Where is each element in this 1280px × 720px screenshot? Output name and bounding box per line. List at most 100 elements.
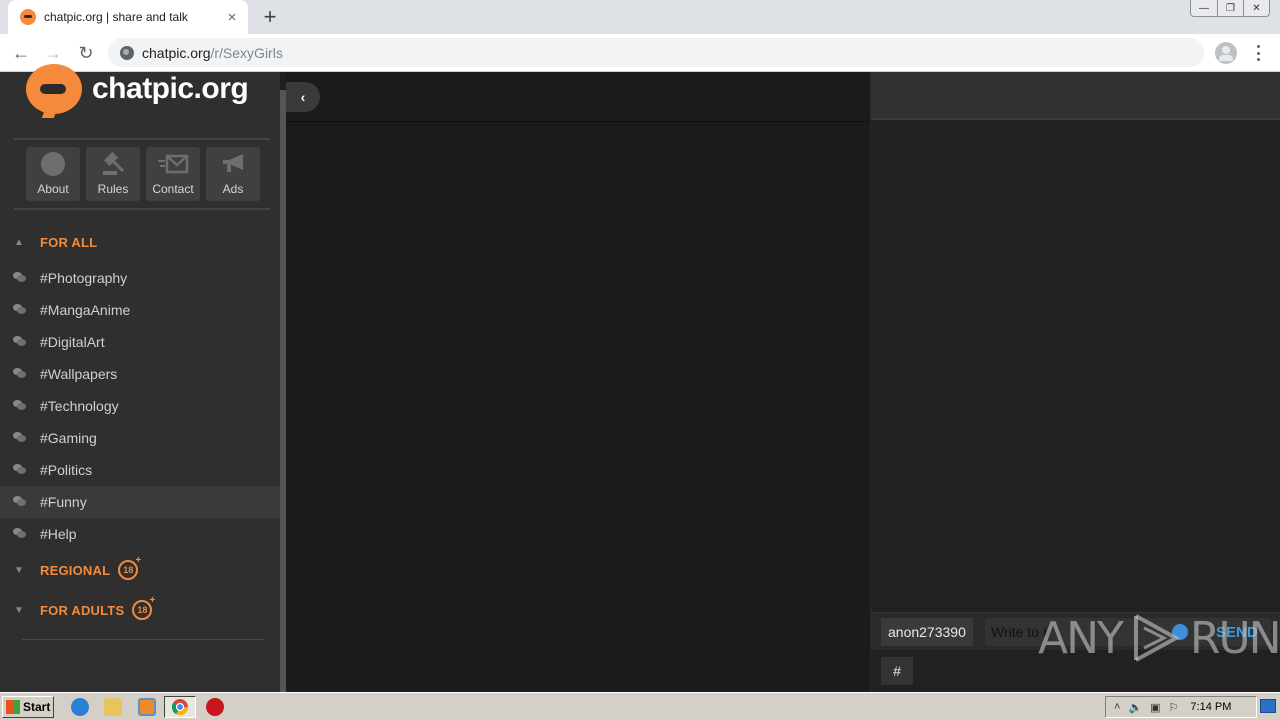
compose-bar: anon273390 SEND	[871, 612, 1280, 650]
channel-item[interactable]: #Wallpapers	[0, 358, 280, 390]
network-warning-icon[interactable]: ▣	[1150, 701, 1160, 714]
chrome-taskbar-button[interactable]	[164, 696, 196, 718]
window-controls: — ❐ ✕	[1190, 0, 1270, 17]
show-hidden-icon[interactable]: ˄	[1114, 701, 1120, 713]
megaphone-icon	[219, 151, 247, 177]
start-label: Start	[23, 700, 51, 714]
file-explorer-icon[interactable]	[104, 698, 122, 716]
profile-avatar-icon[interactable]	[1215, 42, 1237, 64]
browser-tab[interactable]: chatpic.org | share and talk ×	[8, 0, 248, 34]
ads-button[interactable]: Ads	[206, 147, 260, 201]
channel-item-highlighted[interactable]: #Funny	[0, 486, 280, 518]
section-for-adults[interactable]: ▼ FOR ADULTS 18	[0, 594, 280, 626]
url-path: /r/SexyGirls	[210, 44, 283, 61]
internet-explorer-icon[interactable]	[71, 698, 89, 716]
logo-text: chatpic.org	[92, 72, 249, 105]
chat-bubbles-icon	[13, 368, 27, 380]
reload-button[interactable]: ↻	[73, 40, 99, 66]
divider	[14, 208, 270, 210]
about-label: About	[37, 182, 69, 196]
minimize-button[interactable]: —	[1191, 0, 1217, 16]
channel-item[interactable]: #Help	[0, 518, 280, 550]
main-content: ‹	[286, 72, 870, 692]
chat-bubbles-icon	[13, 304, 27, 316]
quick-buttons: About Rules Contact Ads	[26, 147, 260, 201]
tab-close-icon[interactable]: ×	[222, 7, 242, 27]
channel-label: #Photography	[40, 270, 128, 286]
about-button[interactable]: About	[26, 147, 80, 201]
opera-icon[interactable]	[206, 698, 224, 716]
ads-label: Ads	[222, 182, 244, 196]
divider	[22, 639, 264, 640]
channel-label: #Wallpapers	[40, 366, 118, 382]
start-button[interactable]: Start	[2, 696, 54, 718]
clock[interactable]: 7:14 PM	[1190, 701, 1231, 713]
channel-item[interactable]: #Politics	[0, 454, 280, 486]
taskbar: Start ˄ 🔈 ▣ ⚐ 7:14 PM	[0, 692, 1280, 720]
section-regional[interactable]: ▼ REGIONAL 18	[0, 554, 280, 586]
adult-18-badge-icon: 18	[132, 595, 155, 620]
info-bubble-icon	[40, 151, 66, 177]
chrome-icon	[171, 699, 189, 716]
logo-bubble-icon	[26, 64, 82, 114]
content-header: ‹	[286, 72, 870, 122]
rules-label: Rules	[97, 182, 129, 196]
chat-bubbles-icon	[13, 400, 27, 412]
caret-down-icon: ▼	[14, 604, 24, 616]
site-info-icon[interactable]	[120, 45, 134, 60]
page: chatpic.org About Rules Contact Ads ▲ FO…	[0, 64, 1280, 692]
nickname-field[interactable]: anon273390	[881, 618, 973, 646]
emoji-icon[interactable]	[1172, 624, 1188, 640]
channel-label: #Help	[40, 526, 77, 542]
channel-item[interactable]: #Technology	[0, 390, 280, 422]
browser-tabstrip: chatpic.org | share and talk × + — ❐ ✕	[0, 0, 1280, 34]
channel-label: #MangaAnime	[40, 302, 131, 318]
channel-label: #Funny	[40, 494, 87, 510]
chat-panel: anon273390 SEND #	[870, 72, 1280, 692]
address-bar[interactable]: chatpic.org/r/SexyGirls	[108, 38, 1204, 67]
chat-bubbles-icon	[13, 336, 27, 348]
collapse-sidebar-button[interactable]: ‹	[286, 82, 320, 112]
url-host: chatpic.org	[142, 44, 211, 61]
close-window-button[interactable]: ✕	[1243, 0, 1269, 16]
forward-button[interactable]: →	[40, 40, 66, 66]
channel-item[interactable]: #Gaming	[0, 422, 280, 454]
section-label: FOR ALL	[40, 234, 98, 250]
restore-button[interactable]: ❐	[1217, 0, 1243, 16]
chat-bubbles-icon	[13, 464, 27, 476]
contact-label: Contact	[152, 182, 194, 196]
section-for-all[interactable]: ▲ FOR ALL	[0, 226, 280, 258]
hashtag-button[interactable]: #	[881, 657, 913, 685]
contact-button[interactable]: Contact	[146, 147, 200, 201]
chat-bubbles-icon	[13, 432, 27, 444]
channel-item[interactable]: #Photography	[0, 262, 280, 294]
gavel-icon	[99, 151, 127, 177]
channel-label: #Politics	[40, 462, 93, 478]
system-tray: ˄ 🔈 ▣ ⚐ 7:14 PM	[1105, 696, 1257, 718]
chat-bubbles-icon	[13, 272, 27, 284]
windows-logo-icon	[6, 700, 20, 714]
divider	[14, 138, 270, 140]
send-button[interactable]: SEND	[1216, 618, 1258, 646]
channel-item[interactable]: #DigitalArt	[0, 326, 280, 358]
envelope-icon	[157, 151, 189, 177]
sidebar: chatpic.org About Rules Contact Ads ▲ FO…	[0, 64, 280, 692]
back-button[interactable]: ←	[8, 40, 34, 66]
browser-menu-icon[interactable]	[1250, 43, 1266, 63]
new-tab-button[interactable]: +	[258, 5, 282, 29]
logo[interactable]: chatpic.org	[26, 64, 249, 114]
flag-icon[interactable]: ⚐	[1169, 701, 1179, 714]
favicon-icon	[20, 9, 36, 25]
show-desktop-icon[interactable]	[1260, 699, 1276, 713]
media-player-icon[interactable]	[138, 698, 156, 716]
caret-up-icon: ▲	[14, 236, 24, 248]
channel-label: #DigitalArt	[40, 334, 105, 350]
chat-header	[871, 72, 1280, 120]
volume-icon[interactable]: 🔈	[1128, 701, 1142, 714]
channel-label: #Technology	[40, 398, 119, 414]
channel-item[interactable]: #MangaAnime	[0, 294, 280, 326]
section-label: FOR ADULTS	[40, 602, 125, 618]
chat-bubbles-icon	[13, 528, 27, 540]
section-label: REGIONAL	[40, 562, 111, 578]
rules-button[interactable]: Rules	[86, 147, 140, 201]
